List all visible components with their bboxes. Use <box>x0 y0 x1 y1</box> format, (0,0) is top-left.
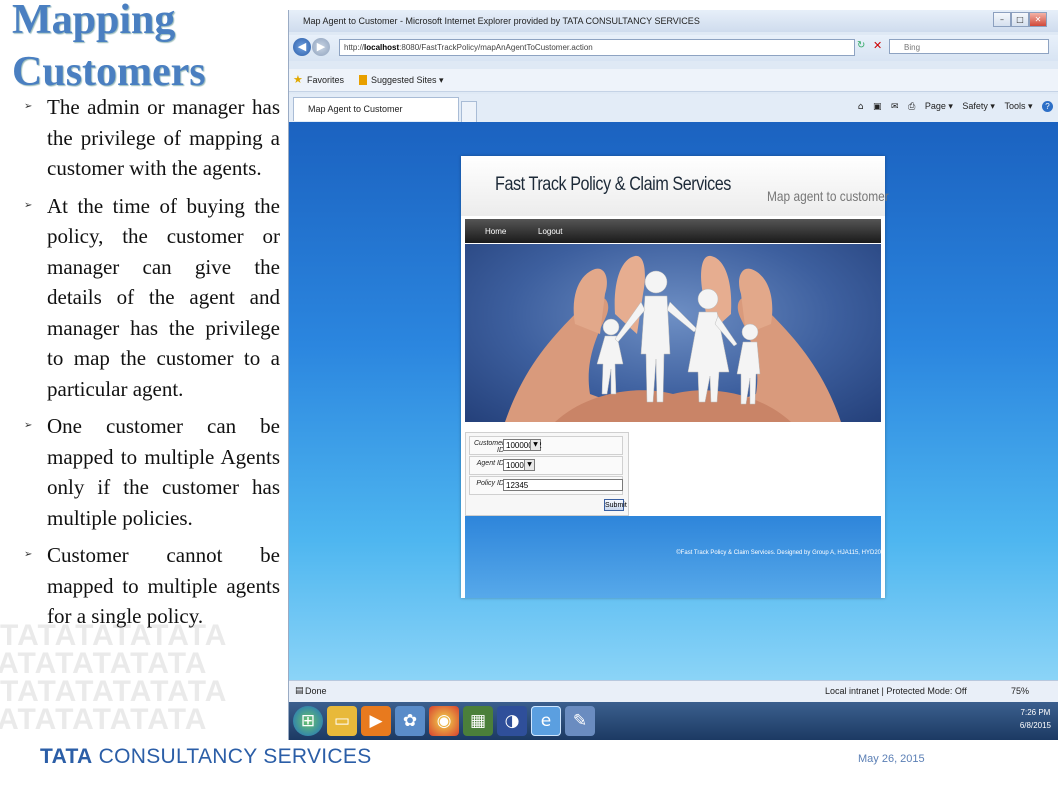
tools-menu[interactable]: Tools ▾ <box>1004 101 1032 111</box>
bullet-item: ➢ The admin or manager has the privilege … <box>14 92 280 184</box>
star-icon[interactable]: ★ <box>293 73 303 86</box>
policy-id-input[interactable]: 12345 <box>503 479 623 491</box>
status-text: Done <box>305 686 327 696</box>
map-agent-form: Customer ID 10000002 ▼ Agent ID 100000 ▼… <box>465 432 629 516</box>
clock-date: 6/8/2015 <box>1019 721 1051 730</box>
dropdown-arrow-icon[interactable]: ▼ <box>524 460 534 470</box>
explorer-icon[interactable]: ▭ <box>327 706 357 736</box>
arrowhead-bullet-icon: ➢ <box>24 101 33 112</box>
browser-window: Map Agent to Customer - Microsoft Intern… <box>288 10 1058 740</box>
new-tab-button[interactable] <box>461 101 477 122</box>
app-icon[interactable]: ▦ <box>463 706 493 736</box>
suggested-sites-button[interactable]: Suggested Sites ▾ <box>371 75 444 86</box>
tab-bar: Map Agent to Customer ⌂ ▣ ✉ ⎙ Page ▾ Saf… <box>289 94 1058 123</box>
window-title: Map Agent to Customer - Microsoft Intern… <box>303 16 700 26</box>
customer-id-label: Customer ID <box>474 440 505 454</box>
mail-icon[interactable]: ✉ <box>891 102 899 112</box>
stop-icon[interactable]: ✕ <box>873 39 882 52</box>
media-player-icon[interactable]: ▶ <box>361 706 391 736</box>
back-arrow-icon[interactable]: ◀ <box>293 38 311 56</box>
internet-explorer-icon[interactable]: e <box>531 706 561 736</box>
bullet-item: ➢ One customer can be mapped to multiple … <box>14 411 280 533</box>
status-bar: ▤ Done Local intranet | Protected Mode: … <box>289 680 1058 703</box>
page-menu[interactable]: Page ▾ <box>925 101 953 111</box>
security-zone[interactable]: Local intranet | Protected Mode: Off <box>825 686 967 696</box>
help-icon[interactable]: ? <box>1042 101 1053 112</box>
bullet-text: The admin or manager has the privilege o… <box>47 95 280 180</box>
clock-time: 7:26 PM <box>1020 708 1051 717</box>
watermark-row: TATATATATATA <box>0 703 208 736</box>
site-footer: ©Fast Track Policy & Claim Services. Des… <box>465 516 881 598</box>
forward-arrow-icon[interactable]: ▶ <box>312 38 330 56</box>
dropdown-arrow-icon[interactable]: ▼ <box>530 440 540 450</box>
minimize-icon[interactable]: – <box>993 12 1011 27</box>
page-heading: Map agent to customer <box>767 188 889 204</box>
nav-home-link[interactable]: Home <box>485 227 506 236</box>
bullet-list: ➢ The admin or manager has the privilege … <box>14 92 280 639</box>
customer-id-select[interactable]: 10000002 ▼ <box>503 439 542 451</box>
site-name: Fast Track Policy & Claim Services <box>495 174 731 195</box>
agent-id-label: Agent ID <box>476 460 504 467</box>
watermark-row: TATATATATATA <box>0 647 208 680</box>
family-in-hands-illustration <box>505 255 841 422</box>
policy-id-row: Policy ID 12345 <box>469 476 623 495</box>
arrowhead-bullet-icon: ➢ <box>24 199 33 211</box>
paint-icon[interactable]: ✎ <box>565 706 595 736</box>
system-clock[interactable]: 7:26 PM 6/8/2015 <box>1020 706 1051 732</box>
tcs-logo: TATA CONSULTANCY SERVICES <box>40 745 372 769</box>
chrome-icon[interactable]: ◉ <box>429 706 459 736</box>
window-titlebar: Map Agent to Customer - Microsoft Intern… <box>289 10 1058 32</box>
safety-menu[interactable]: Safety ▾ <box>962 101 995 111</box>
command-bar: ⌂ ▣ ✉ ⎙ Page ▾ Safety ▾ Tools ▾ ? <box>851 101 1053 112</box>
tcs-logo-rest: CONSULTANCY SERVICES <box>92 745 372 768</box>
slide-title-line1: Mapping <box>12 0 176 43</box>
arrowhead-bullet-icon: ➢ <box>24 420 33 431</box>
slide-date: May 26, 2015 <box>858 753 925 765</box>
suggested-sites-icon <box>359 75 367 85</box>
customer-id-row: Customer ID 10000002 ▼ <box>469 436 623 455</box>
watermark-row: TATATATATATA <box>0 675 228 708</box>
arrowhead-bullet-icon: ➢ <box>24 549 33 560</box>
favorites-bar: ★ Favorites Suggested Sites ▾ <box>289 69 1058 92</box>
bullet-text: One customer can be mapped to multiple A… <box>47 414 280 530</box>
policy-id-label: Policy ID <box>476 480 504 487</box>
agent-id-select[interactable]: 100000 ▼ <box>503 459 535 471</box>
submit-button[interactable]: Submit <box>604 499 627 511</box>
tcs-logo-bold: TATA <box>40 745 93 768</box>
watermark-row: TATATATATATA <box>0 622 228 652</box>
print-icon[interactable]: ⎙ <box>908 102 915 112</box>
family-hands-hero-image <box>465 244 881 422</box>
bullet-text: At the time of buying the policy, the cu… <box>47 193 280 401</box>
footer-text: ©Fast Track Policy & Claim Services. Des… <box>676 550 881 556</box>
tab-active[interactable]: Map Agent to Customer <box>293 97 459 121</box>
site-nav: Home Logout <box>465 219 881 243</box>
zoom-level[interactable]: 75% <box>1011 686 1029 696</box>
bullet-text: Customer cannot be mapped to multiple ag… <box>47 543 280 628</box>
webpage-container: Fast Track Policy & Claim Services Map a… <box>461 156 889 598</box>
tata-watermark: TATATATATATA TATATATATATA TATATATATATA T… <box>0 622 292 740</box>
address-bar: ◀ ▶ http://localhost:8080/FastTrackPolic… <box>289 35 1058 61</box>
agent-id-row: Agent ID 100000 ▼ <box>469 456 623 475</box>
start-button[interactable]: ⊞ <box>293 706 323 736</box>
favorites-button[interactable]: Favorites <box>307 75 344 85</box>
url-field[interactable]: http://localhost:8080/FastTrackPolicy/ma… <box>339 39 855 56</box>
tab-title: Map Agent to Customer <box>308 104 403 114</box>
bullet-item: ➢ Customer cannot be mapped to multiple a… <box>14 540 280 632</box>
refresh-icon[interactable]: ↻ <box>857 40 865 51</box>
maximize-icon[interactable]: □ <box>1011 12 1029 27</box>
slide-title-line2: Customers <box>12 49 206 95</box>
site-header: Fast Track Policy & Claim Services Map a… <box>461 156 889 216</box>
nav-logout-link[interactable]: Logout <box>538 227 562 236</box>
pinned-app-icon[interactable]: ✿ <box>395 706 425 736</box>
slide-title: Mapping Customers <box>12 0 282 98</box>
feeds-icon[interactable]: ▣ <box>873 102 882 112</box>
search-input[interactable]: Bing <box>889 39 1049 54</box>
page-icon: ▤ <box>295 686 304 696</box>
windows-taskbar: ⊞ ▭ ▶ ✿ ◉ ▦ ◑ e ✎ 7:26 PM 6/8/2015 <box>289 702 1058 740</box>
home-icon[interactable]: ⌂ <box>858 102 864 112</box>
page-viewport: Fast Track Policy & Claim Services Map a… <box>289 122 1058 680</box>
close-icon[interactable]: ✕ <box>1029 12 1047 27</box>
bullet-item: ➢ At the time of buying the policy, the c… <box>14 191 280 405</box>
eclipse-icon[interactable]: ◑ <box>497 706 527 736</box>
